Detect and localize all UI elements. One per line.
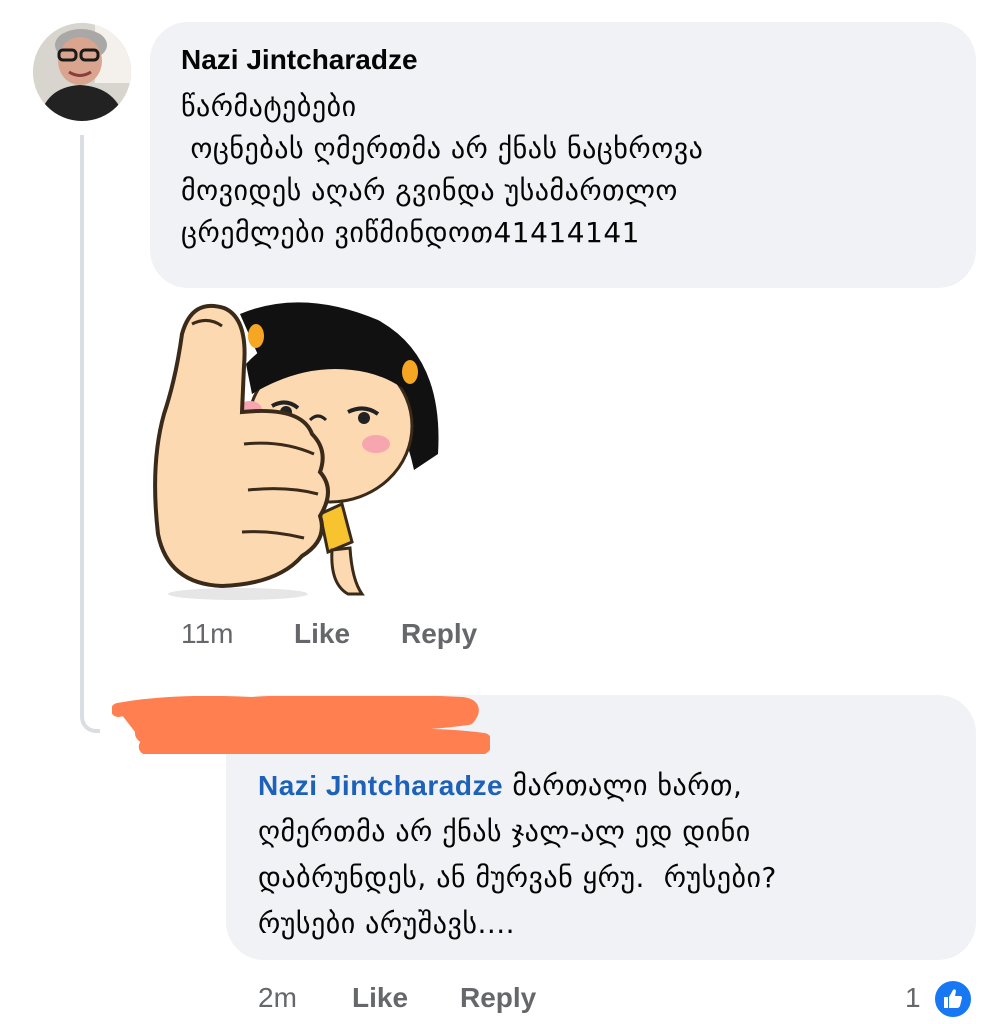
reply-text-first: მართალი ხართ, (503, 769, 743, 802)
comment-bubble: Nazi Jintcharadze წარმატებები ოცნებას ღმ… (150, 22, 976, 288)
reply-text-rest: ღმერთმა არ ქნას ჯალ-ალ ედ დინი დაბრუნდეს… (258, 815, 777, 940)
avatar-photo (33, 23, 131, 121)
like-button[interactable]: Like (294, 618, 350, 650)
thread-line (80, 135, 100, 733)
thumbs-up-icon[interactable] (932, 978, 974, 1020)
comment-text: წარმატებები ოცნებას ღმერთმა არ ქნას ნაცხ… (181, 90, 704, 249)
reaction-count[interactable]: 1 (905, 982, 921, 1014)
redaction-mark (111, 694, 492, 760)
thumbs-up-sticker (152, 294, 456, 602)
reply-like-button[interactable]: Like (352, 982, 408, 1014)
avatar[interactable] (33, 23, 131, 121)
reply-mention[interactable]: Nazi Jintcharadze (258, 770, 503, 801)
comment-time[interactable]: 11m (181, 618, 233, 650)
comment-author[interactable]: Nazi Jintcharadze (181, 40, 946, 80)
reply-time[interactable]: 2m (258, 982, 297, 1014)
reply-text: Nazi Jintcharadze მართალი ხართ, ღმერთმა … (258, 763, 946, 947)
reply-button[interactable]: Reply (401, 618, 477, 650)
reply-reply-button[interactable]: Reply (460, 982, 536, 1014)
